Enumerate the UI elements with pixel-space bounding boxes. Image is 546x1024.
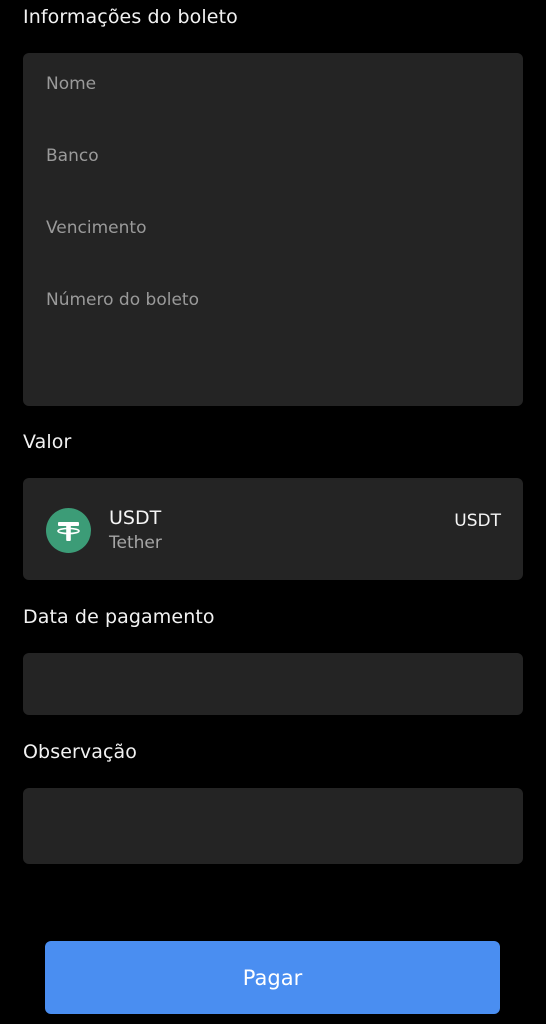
- data-pagamento-input[interactable]: [23, 653, 523, 715]
- tether-icon: [46, 508, 91, 553]
- token-symbol: USDT: [109, 507, 162, 529]
- valor-title: Valor: [23, 431, 72, 453]
- numero-boleto-field: Número do boleto: [46, 290, 199, 310]
- observacao-title: Observação: [23, 741, 138, 763]
- observacao-input[interactable]: [23, 788, 523, 864]
- token-selector[interactable]: USDT Tether USDT: [23, 478, 523, 580]
- token-name: Tether: [109, 533, 162, 553]
- boleto-info-card: Nome Banco Vencimento Número do boleto: [23, 53, 523, 406]
- pay-button[interactable]: Pagar: [45, 941, 500, 1014]
- nome-field: Nome: [46, 74, 97, 94]
- boleto-info-title: Informações do boleto: [23, 6, 238, 28]
- banco-field: Banco: [46, 146, 99, 166]
- token-currency: USDT: [454, 511, 501, 531]
- vencimento-field: Vencimento: [46, 218, 147, 238]
- data-pagamento-title: Data de pagamento: [23, 606, 215, 628]
